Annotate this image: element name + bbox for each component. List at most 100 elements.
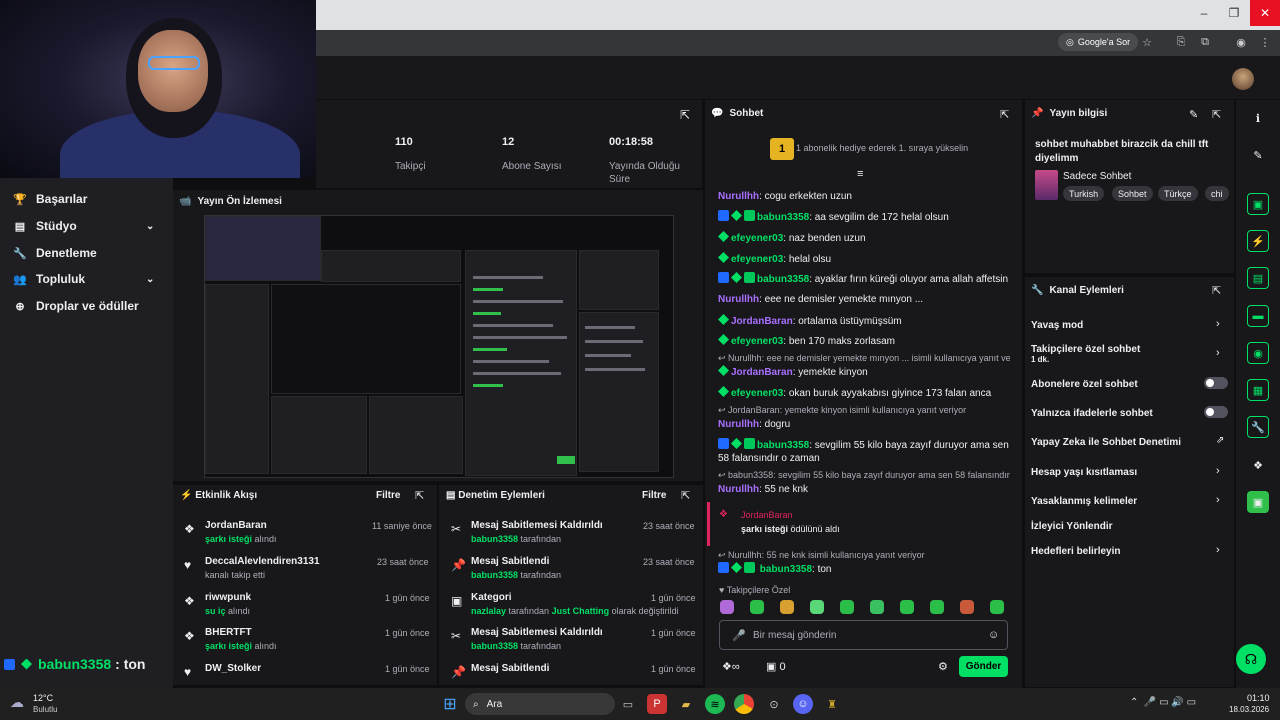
stream-preview-video[interactable]	[204, 215, 674, 478]
action-goals[interactable]: Hedefleri belirleyin	[1031, 546, 1120, 557]
chat-settings-icon[interactable]: ⚙	[938, 660, 948, 673]
chat-username[interactable]: babun3358	[757, 440, 809, 451]
action-slow-mode[interactable]: Yavaş mod	[1031, 320, 1083, 331]
popout-icon[interactable]: ⇱	[1212, 108, 1221, 121]
discord-icon[interactable]: ☺	[793, 694, 813, 714]
extension-icon[interactable]: ▣	[1247, 491, 1269, 513]
action-raid[interactable]: İzleyici Yönlendir	[1031, 521, 1113, 532]
popout-icon[interactable]: ⇱	[1000, 108, 1009, 121]
activity-event-name[interactable]: riwwpunk	[205, 592, 251, 603]
action-ai-moderation[interactable]: Yapay Zeka ile Sohbet Denetimi	[1031, 437, 1181, 448]
category-thumbnail[interactable]	[1035, 170, 1058, 200]
wrench-icon[interactable]: 🔧	[1247, 416, 1269, 438]
windows-start-icon[interactable]: ⊞	[440, 694, 460, 714]
profile-icon[interactable]: ◉	[1232, 33, 1250, 51]
chevron-right-icon[interactable]: ›	[1216, 544, 1220, 556]
chat-username[interactable]: efeyener03	[731, 336, 783, 347]
emote-icon[interactable]	[990, 600, 1004, 614]
chat-username[interactable]: efeyener03	[731, 233, 783, 244]
emote-icon[interactable]	[870, 600, 884, 614]
maximize-icon[interactable]: ❐	[1218, 0, 1250, 26]
chat-username[interactable]: JordanBaran	[731, 367, 793, 378]
chat-username[interactable]: efeyener03	[731, 388, 783, 399]
emote-icon[interactable]	[900, 600, 914, 614]
close-icon[interactable]: ✕	[1250, 0, 1280, 26]
chat-username[interactable]: Nurullhh	[718, 484, 759, 495]
weather-temp[interactable]: 12°C	[33, 693, 53, 703]
help-icon[interactable]: ☊	[1236, 644, 1266, 674]
popout-icon[interactable]: ⇱	[680, 108, 690, 122]
activity-event-name[interactable]: JordanBaran	[205, 520, 267, 531]
notes-icon[interactable]: ▤	[1247, 267, 1269, 289]
chat-username[interactable]: babun3358	[757, 212, 809, 223]
tag[interactable]: Türkçe	[1158, 186, 1198, 201]
popout-icon[interactable]: ⇱	[415, 489, 424, 502]
tray-icons[interactable]: ⌃ 🎤 ▭ 🔊 ▭	[1130, 697, 1196, 708]
tag[interactable]: Turkish	[1063, 186, 1105, 201]
chrome-icon[interactable]	[734, 694, 754, 714]
external-link-icon[interactable]: ⇗	[1216, 435, 1224, 446]
chat-username[interactable]: Nurullhh	[718, 191, 759, 202]
sidebar-item-community[interactable]: 👥 Topluluk ⌄	[12, 266, 162, 292]
bookmark-star-icon[interactable]: ☆	[1138, 33, 1156, 51]
sidebar-item-drops[interactable]: ⊕ Droplar ve ödüller	[12, 293, 138, 319]
collapse-icon[interactable]: ≡	[857, 168, 863, 180]
emoji-icon[interactable]: ☺	[988, 629, 999, 641]
sidebar-item-achievements[interactable]: 🏆 Başarılar	[12, 186, 87, 212]
mod-filter-button[interactable]: Filtre	[642, 490, 666, 501]
app-icon[interactable]: P	[647, 694, 667, 714]
taskbar-search[interactable]: ⌕ Ara	[465, 693, 615, 715]
github-icon[interactable]: ⊙	[764, 694, 784, 714]
ad-icon[interactable]: ⚡	[1247, 230, 1269, 252]
tag[interactable]: chi	[1205, 186, 1229, 201]
chevron-right-icon[interactable]: ›	[1216, 494, 1220, 506]
popout-icon[interactable]: ⇱	[1212, 284, 1221, 297]
bits-icon[interactable]: ▣ 0	[766, 660, 786, 673]
action-account-age[interactable]: Hesap yaşı kısıtlaması	[1031, 467, 1137, 478]
translate-icon[interactable]: ⎘	[1172, 33, 1190, 51]
chat-username[interactable]: Nurullhh	[718, 419, 759, 430]
folder-icon[interactable]: ▰	[676, 694, 696, 714]
send-button[interactable]: Gönder	[959, 656, 1008, 677]
channel-points-icon[interactable]: ❖∞	[722, 660, 740, 673]
sidebar-item-moderation[interactable]: 🔧 Denetleme	[12, 240, 97, 266]
activity-event-name[interactable]: BHERTFT	[205, 627, 252, 638]
emote-icon[interactable]	[930, 600, 944, 614]
edit-icon[interactable]: ✎	[1247, 144, 1269, 166]
emote-icon[interactable]	[780, 600, 794, 614]
minimize-icon[interactable]: –	[1188, 0, 1220, 26]
chat-username[interactable]: JordanBaran	[731, 316, 793, 327]
sidebar-item-studio[interactable]: ▤ Stüdyo ⌄	[12, 213, 162, 239]
clock-date[interactable]: 18.03.2026	[1229, 705, 1269, 714]
extensions-icon[interactable]: ⧉	[1196, 33, 1214, 51]
category-name[interactable]: Sadece Sohbet	[1063, 171, 1131, 182]
chat-username[interactable]: Nurullhh	[718, 294, 759, 305]
menu-icon[interactable]: ⋮	[1256, 33, 1274, 51]
game-icon[interactable]: ♜	[822, 694, 842, 714]
chevron-right-icon[interactable]: ›	[1216, 347, 1220, 359]
emote-icon[interactable]	[750, 600, 764, 614]
broadcast-icon[interactable]: ◉	[1247, 342, 1269, 364]
microphone-icon[interactable]: 🎤	[732, 629, 746, 642]
task-view-icon[interactable]: ▭	[618, 694, 638, 714]
spotify-icon[interactable]: ≋	[705, 694, 725, 714]
chat-input[interactable]: 🎤 Bir mesaj gönderin ☺	[719, 620, 1008, 650]
chat-username[interactable]: efeyener03	[731, 254, 783, 265]
emote-only-toggle[interactable]	[1204, 406, 1228, 418]
action-followers-only[interactable]: Takipçilere özel sohbet	[1031, 344, 1140, 355]
tag[interactable]: Sohbet	[1112, 186, 1153, 201]
clock-time[interactable]: 01:10	[1247, 693, 1270, 703]
activity-event-name[interactable]: DeccalAlevlendiren3131	[205, 556, 320, 567]
chevron-right-icon[interactable]: ›	[1216, 465, 1220, 477]
layout-icon[interactable]: ▦	[1247, 379, 1269, 401]
redeem-user[interactable]: JordanBaran	[741, 510, 793, 520]
avatar[interactable]	[1232, 68, 1254, 90]
activity-filter-button[interactable]: Filtre	[376, 490, 400, 501]
info-icon[interactable]: ℹ	[1247, 107, 1269, 129]
chat-username[interactable]: babun3358	[757, 274, 809, 285]
chat-icon[interactable]: ▬	[1247, 305, 1269, 327]
popout-icon[interactable]: ⇱	[681, 489, 690, 502]
clip-icon[interactable]: ▣	[1247, 193, 1269, 215]
emote-icon[interactable]	[840, 600, 854, 614]
subs-only-toggle[interactable]	[1204, 377, 1228, 389]
